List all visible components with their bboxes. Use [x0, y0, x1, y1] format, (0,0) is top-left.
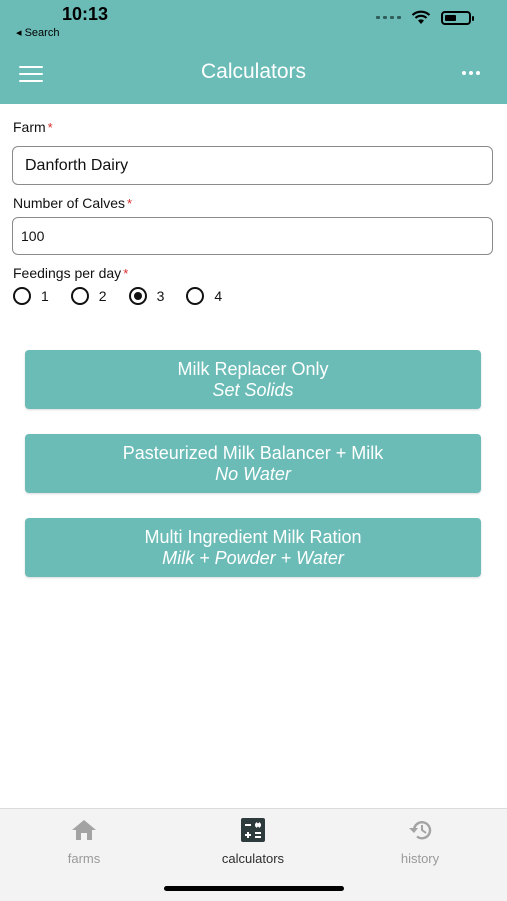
- radio-label: 2: [98, 288, 107, 304]
- home-indicator[interactable]: [164, 886, 344, 891]
- radio-button[interactable]: [70, 287, 89, 305]
- tab-calculators[interactable]: calculators: [193, 809, 313, 879]
- required-marker: *: [127, 196, 133, 211]
- feedings-label-text: Feedings per day: [13, 265, 122, 281]
- battery-icon: [441, 10, 474, 25]
- radio-label: 4: [214, 288, 223, 304]
- button-subtitle: No Water: [215, 463, 291, 484]
- button-subtitle: Set Solids: [212, 379, 294, 400]
- feedings-label: Feedings per day *: [13, 265, 128, 281]
- status-time: 10:13: [62, 4, 109, 24]
- button-title: Pasteurized Milk Balancer + Milk: [122, 442, 384, 463]
- farm-label-text: Farm: [13, 119, 46, 135]
- more-options-button[interactable]: [462, 71, 480, 75]
- milk-replacer-only-button[interactable]: Milk Replacer Only Set Solids: [25, 350, 481, 409]
- radio-button[interactable]: [186, 287, 205, 305]
- calves-label-text: Number of Calves: [13, 195, 126, 211]
- required-marker: *: [123, 266, 129, 281]
- button-title: Multi Ingredient Milk Ration: [144, 526, 362, 547]
- feedings-option-2[interactable]: 2: [70, 287, 107, 305]
- status-icons: [376, 10, 474, 25]
- farm-label: Farm *: [13, 119, 53, 135]
- tab-label: history: [400, 851, 440, 866]
- feedings-option-1[interactable]: 1: [13, 287, 49, 305]
- tab-history[interactable]: history: [360, 809, 480, 879]
- feedings-radio-group: 1 2 3 4: [13, 287, 244, 305]
- home-icon: [72, 820, 96, 840]
- farm-input[interactable]: Danforth Dairy: [12, 146, 493, 185]
- tab-farms[interactable]: farms: [24, 809, 144, 879]
- button-subtitle: Milk + Powder + Water: [162, 547, 344, 568]
- page-title: Calculators: [200, 60, 307, 83]
- tab-label: farms: [67, 851, 101, 866]
- radio-button-selected[interactable]: [128, 287, 147, 305]
- calculator-icon: [241, 818, 265, 842]
- calves-input[interactable]: 100: [12, 217, 493, 255]
- radio-label: 1: [41, 288, 49, 304]
- signal-icon: [376, 16, 401, 19]
- pasteurized-milk-balancer-button[interactable]: Pasteurized Milk Balancer + Milk No Wate…: [25, 434, 481, 493]
- app-header: 10:13 ◂ Search Calculators: [0, 0, 507, 104]
- feedings-option-3[interactable]: 3: [128, 287, 165, 305]
- wifi-icon: [411, 10, 431, 24]
- feedings-option-4[interactable]: 4: [186, 287, 222, 305]
- tab-label: calculators: [221, 851, 285, 866]
- radio-label: 3: [156, 288, 165, 304]
- calves-label: Number of Calves *: [13, 195, 132, 211]
- required-marker: *: [47, 120, 53, 135]
- multi-ingredient-ration-button[interactable]: Multi Ingredient Milk Ration Milk + Powd…: [25, 518, 481, 577]
- history-icon: [409, 821, 432, 840]
- button-title: Milk Replacer Only: [177, 358, 329, 379]
- radio-button[interactable]: [13, 287, 31, 305]
- back-to-search-link[interactable]: ◂ Search: [16, 26, 59, 39]
